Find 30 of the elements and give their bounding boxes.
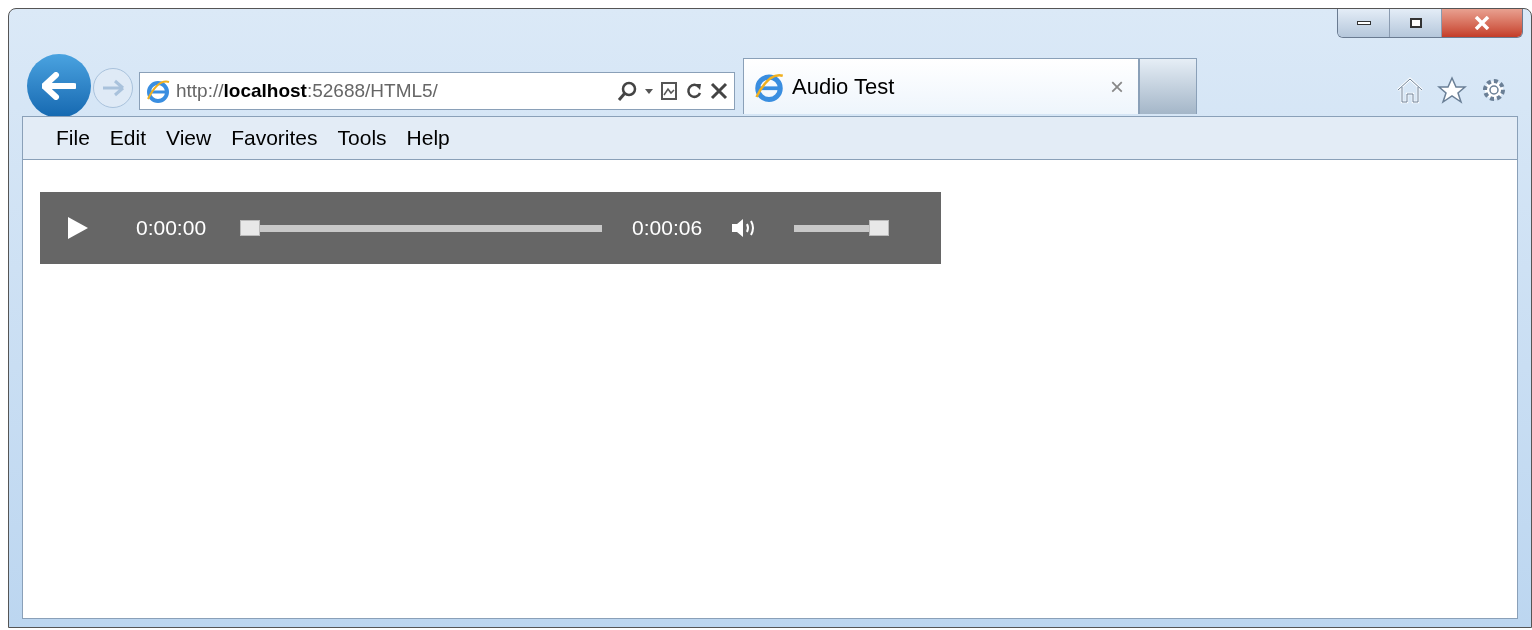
forward-arrow-icon bbox=[101, 79, 125, 97]
slider-thumb[interactable] bbox=[869, 220, 890, 236]
menu-item[interactable]: Tools bbox=[330, 122, 394, 154]
menu-item[interactable]: Edit bbox=[102, 122, 154, 154]
url-text[interactable]: http://localhost:52688/HTML5/ bbox=[176, 76, 438, 106]
browser-logo-icon bbox=[146, 79, 170, 103]
stop-icon bbox=[710, 82, 728, 100]
minimize-button[interactable] bbox=[1338, 9, 1390, 37]
home-icon bbox=[1395, 76, 1425, 104]
compatibility-view-icon bbox=[660, 81, 678, 101]
tab-title: Audio Test bbox=[792, 73, 896, 101]
refresh-icon bbox=[684, 81, 704, 101]
maximize-button[interactable] bbox=[1390, 9, 1442, 37]
duration-time: 0:00:06 bbox=[632, 215, 703, 242]
play-icon bbox=[65, 216, 89, 240]
menu-item[interactable]: Help bbox=[399, 122, 457, 154]
back-arrow-icon bbox=[42, 72, 76, 100]
dropdown-caret-icon bbox=[644, 87, 654, 95]
address-bar[interactable]: http://localhost:52688/HTML5/ bbox=[139, 72, 735, 110]
browser-logo-icon bbox=[754, 71, 784, 102]
close-button[interactable] bbox=[1442, 9, 1522, 37]
search-icon bbox=[616, 80, 638, 102]
menu-item[interactable]: File bbox=[49, 122, 97, 154]
current-time: 0:00:00 bbox=[136, 215, 207, 242]
menu-item[interactable]: Favorites bbox=[224, 122, 325, 154]
browser-tab[interactable]: Audio Test × bbox=[743, 58, 1139, 114]
slider-thumb[interactable] bbox=[240, 220, 261, 236]
close-icon bbox=[1474, 16, 1490, 30]
favorites-star-icon bbox=[1437, 76, 1467, 104]
menu-item[interactable]: View bbox=[159, 122, 219, 154]
